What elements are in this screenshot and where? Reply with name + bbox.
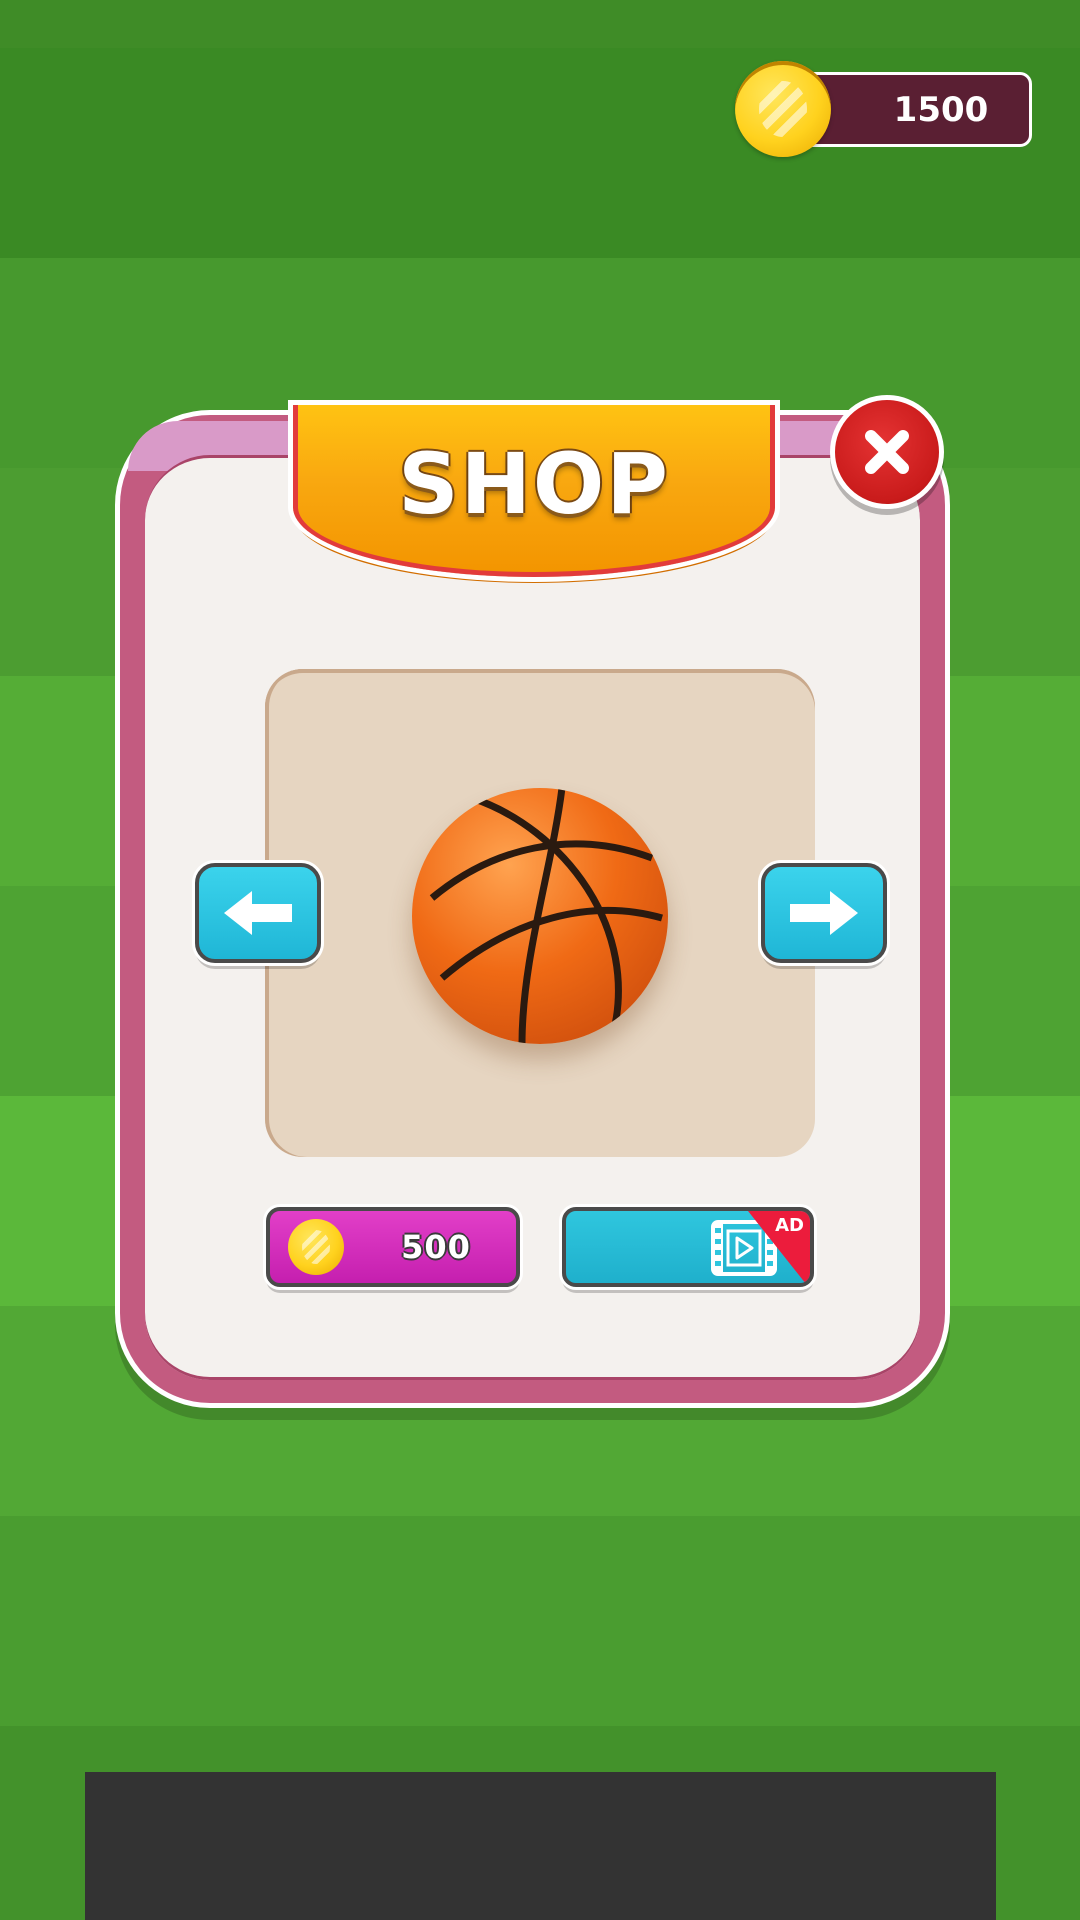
buy-button[interactable]: 500 <box>266 1207 520 1287</box>
ad-banner-placeholder <box>85 1772 996 1920</box>
close-icon <box>865 430 909 474</box>
prev-item-button[interactable] <box>195 863 321 963</box>
next-item-button[interactable] <box>761 863 887 963</box>
close-button[interactable] <box>830 395 944 509</box>
coin-icon <box>288 1219 344 1275</box>
arrow-right-icon <box>790 891 858 935</box>
basketball-icon <box>412 788 668 1044</box>
arrow-left-icon <box>224 891 292 935</box>
shop-title-banner: SHOP <box>293 405 775 577</box>
buy-price: 500 <box>401 1228 471 1266</box>
shop-title: SHOP <box>398 435 670 533</box>
watch-ad-button[interactable]: AD <box>562 1207 814 1287</box>
coin-icon <box>735 61 831 157</box>
coin-count: 1500 <box>893 89 989 130</box>
ad-badge-label: AD <box>775 1215 804 1236</box>
